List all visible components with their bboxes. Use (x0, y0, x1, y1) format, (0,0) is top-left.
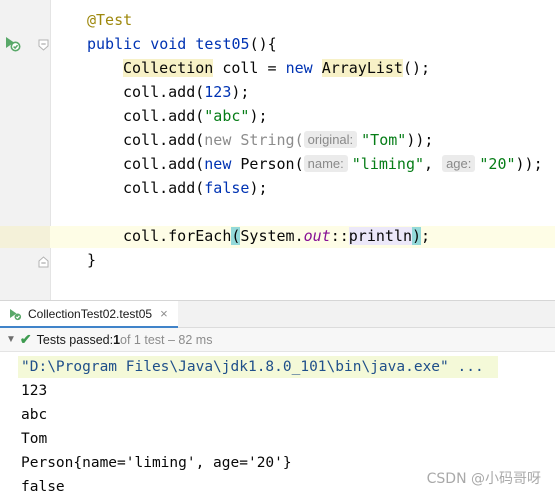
code-line-add-abc[interactable]: coll.add("abc"); (123, 104, 268, 128)
class-person: Person( (231, 155, 304, 173)
chevron-down-icon[interactable]: ▼ (6, 334, 16, 345)
arg-string-tom: "Tom" (361, 131, 407, 149)
test-status-bar: ▼ ✔ Tests passed: 1 of 1 test – 82 ms (0, 328, 555, 352)
console-line: false (21, 479, 65, 495)
system-class: System. (240, 227, 304, 245)
code-line-add-123[interactable]: coll.add(123); (123, 80, 249, 104)
tests-passed-count: 1 (113, 332, 121, 347)
code-line-annotation[interactable]: @Test (87, 8, 132, 32)
code-line-add-tom[interactable]: coll.add(new String(original: "Tom")); (123, 128, 433, 152)
call-end: ); (231, 83, 250, 101)
keyword-new: new (204, 155, 232, 173)
gutter-divider (50, 0, 51, 300)
console-command-line: "D:\Program Files\Java\jdk1.8.0_101\bin\… (21, 359, 484, 375)
code-line-method-signature[interactable]: public void test05(){ (87, 32, 277, 56)
test-annotation: @Test (87, 11, 133, 29)
console-line: 123 (21, 383, 48, 399)
call-add: coll.add( (123, 107, 205, 125)
call-end: ); (249, 107, 268, 125)
param-hint-original: original: (303, 131, 358, 148)
code-line-foreach[interactable]: coll.forEach(System.out::println); (123, 224, 430, 248)
decl-text: coll = (213, 59, 286, 77)
console-line: Tom (21, 431, 48, 447)
method-ref-separator: :: (330, 227, 349, 245)
console-line: Person{name='liming', age='20'} (21, 455, 292, 471)
current-line-gutter-highlight (0, 226, 50, 248)
checkmark-icon: ✔ (19, 331, 32, 347)
type-collection: Collection (123, 59, 214, 77)
decl-end: (); (402, 59, 431, 77)
call-add: coll.add( (123, 179, 205, 197)
run-test-icon[interactable] (3, 34, 21, 52)
paren-close-highlight: ) (412, 227, 422, 245)
code-editor[interactable]: @Test public void test05(){ Collection c… (0, 0, 555, 300)
method-name: test05 (195, 35, 250, 53)
test-result-icon (10, 308, 22, 320)
arg-string-liming: "liming" (351, 155, 425, 173)
tab-label: CollectionTest02.test05 (28, 306, 153, 321)
method-paren-brace: (){ (249, 35, 277, 53)
run-config-tab[interactable]: CollectionTest02.test05 × (0, 301, 178, 328)
call-end: )); (406, 131, 434, 149)
fold-marker-icon[interactable] (38, 39, 49, 51)
call-add: coll.add( (123, 155, 205, 173)
code-line-add-person[interactable]: coll.add(new Person(name: "liming", age: "… (123, 152, 543, 176)
tests-passed-label: Tests passed: (36, 332, 114, 347)
statement-end: ; (421, 227, 431, 245)
code-line-add-false[interactable]: coll.add(false); (123, 176, 268, 200)
arg-boolean: false (204, 179, 250, 197)
call-end: )); (515, 155, 543, 173)
call-add: coll.add( (123, 131, 205, 149)
keyword-public: public (87, 35, 142, 53)
tests-detail: of 1 test – 82 ms (120, 332, 213, 347)
arg-string: "abc" (204, 107, 250, 125)
fold-end-marker-icon[interactable] (38, 256, 49, 268)
param-hint-name: name: (303, 155, 348, 172)
close-icon[interactable]: × (160, 306, 168, 321)
arg-number: 123 (204, 83, 232, 101)
keyword-new: new (285, 59, 313, 77)
keyword-new-gray: new (204, 131, 232, 149)
call-end: ); (249, 179, 268, 197)
code-line-collection-decl[interactable]: Collection coll = new ArrayList(); (123, 56, 430, 80)
method-println: println (348, 227, 412, 245)
class-string: String( (231, 131, 304, 149)
type-arraylist: ArrayList (321, 59, 403, 77)
closing-brace: } (87, 251, 97, 269)
watermark: CSDN @小码哥呀 (426, 471, 541, 487)
run-tab-bar: CollectionTest02.test05 × (0, 300, 555, 328)
call-foreach: coll.forEach (123, 227, 232, 245)
call-add: coll.add( (123, 83, 205, 101)
console-line: abc (21, 407, 48, 423)
code-line-close-brace[interactable]: } (87, 248, 96, 272)
field-out: out (303, 227, 331, 245)
arg-separator: , (424, 155, 443, 173)
arg-string-age: "20" (479, 155, 516, 173)
param-hint-age: age: (442, 155, 476, 172)
keyword-void: void (150, 35, 187, 53)
